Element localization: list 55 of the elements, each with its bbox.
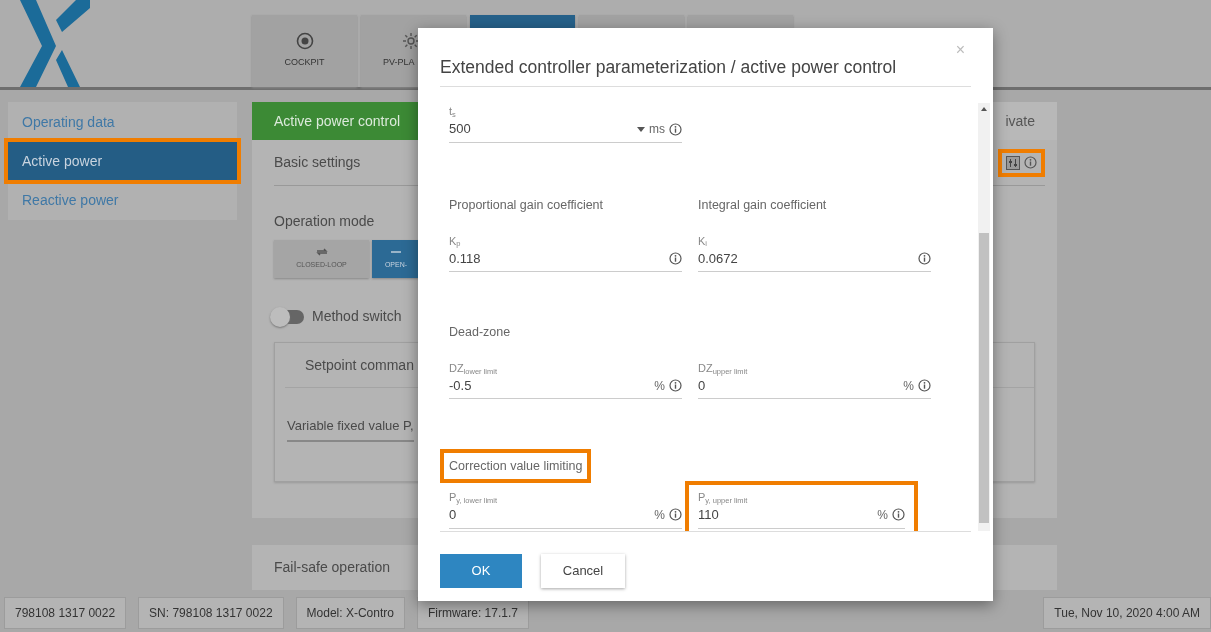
field-value: 500 — [449, 120, 472, 139]
info-icon — [1024, 156, 1037, 169]
sliders-icon — [1006, 155, 1020, 170]
info-icon — [669, 122, 682, 136]
section-heading: Correction value limiting — [449, 459, 583, 474]
field-label: P$_{y, lower limit}$ — [449, 490, 499, 505]
field-value: 0.0672 — [698, 249, 739, 268]
info-icon — [892, 508, 905, 522]
field-label: K$_{p}$ — [449, 233, 462, 249]
field-label: Operation mode — [274, 212, 376, 231]
dialog-title: Extended controller parameterization / active power control — [440, 54, 971, 88]
scroll-up-icon[interactable] — [981, 107, 987, 112]
input-field[interactable]: 0.0672 — [698, 248, 931, 272]
info-icon — [918, 379, 931, 392]
input-field[interactable]: 0.118 — [449, 248, 682, 272]
info-icon — [669, 251, 682, 265]
ok-button[interactable]: OK — [440, 554, 522, 588]
input-field[interactable]: -0.5 % — [449, 375, 682, 400]
section-heading: Integral gain coefficient — [698, 197, 827, 212]
status-item: Model: X-Contro — [295, 597, 405, 629]
unit-label: % — [654, 506, 665, 524]
input-field[interactable]: 500 ms — [449, 119, 682, 143]
field-label: K$_{i}$ — [698, 233, 708, 249]
status-datetime: Tue, Nov 10, 2020 4:00 AM — [1043, 597, 1211, 629]
field-label: DZ$_{upper limit}$ — [698, 360, 749, 376]
target-icon — [295, 32, 314, 51]
field-value: 0.118 — [449, 249, 482, 268]
field-value: 0 — [449, 506, 458, 524]
sun-icon — [402, 32, 420, 51]
cancel-button[interactable]: Cancel — [541, 554, 625, 588]
scrollbar-thumb[interactable] — [979, 233, 989, 524]
field-label: t$_{s}$ — [449, 104, 457, 120]
field-label: P$_{y, upper limit}$ — [698, 490, 749, 505]
unit-label: ms — [649, 121, 665, 138]
field-label: DZ$_{lower limit}$ — [449, 360, 498, 376]
input-field[interactable]: 110 % — [698, 505, 905, 529]
caret-icon — [637, 126, 645, 132]
info-icon — [918, 251, 931, 265]
unit-label: % — [877, 506, 888, 524]
input-field[interactable]: 0 % — [698, 375, 931, 400]
info-icon — [669, 379, 682, 392]
section-title: Basic settings — [274, 153, 361, 172]
status-item: SN: 798108 1317 0022 — [138, 597, 284, 629]
scrollbar[interactable] — [978, 103, 990, 531]
field-value: 110 — [698, 506, 720, 524]
switch-label: Method switch — [312, 307, 402, 326]
sidebar-item[interactable]: Active power — [8, 142, 237, 180]
section-heading: Dead-zone — [449, 325, 511, 339]
status-item: 798108 1317 0022 — [4, 597, 127, 629]
info-icon — [669, 508, 682, 522]
section-heading: Proportional gain coefficient — [449, 197, 604, 212]
input-field[interactable]: Variable fixed value P, — [287, 416, 414, 442]
nav-tile[interactable]: COCKPIT — [252, 15, 357, 87]
loop-icon — [314, 247, 329, 258]
input-field[interactable]: 0 % — [449, 505, 682, 529]
